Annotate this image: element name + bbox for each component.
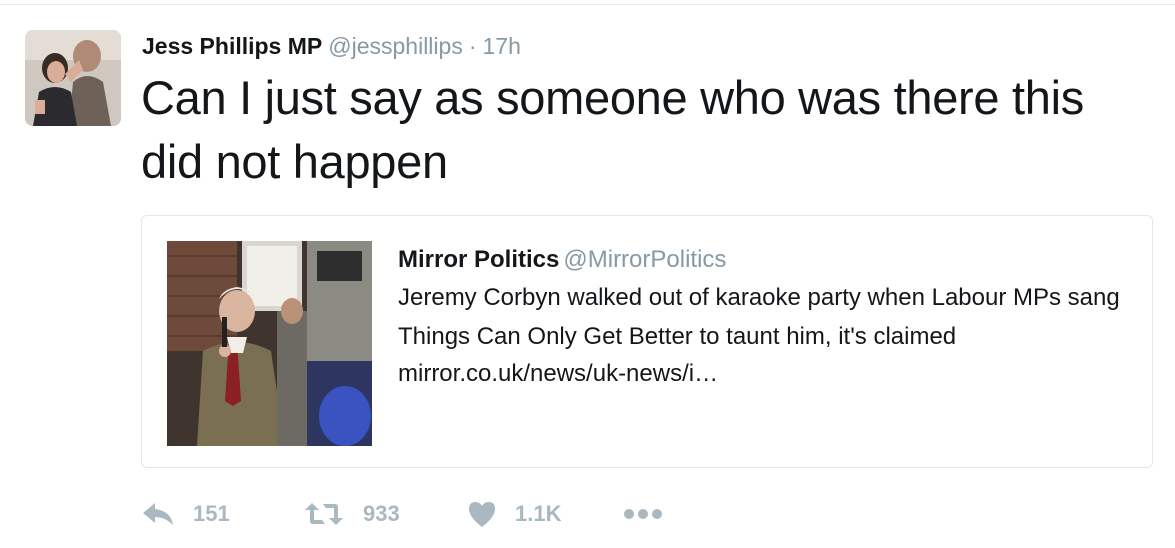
quoted-tweet-text: Jeremy Corbyn walked out of karaoke part…	[398, 284, 1120, 350]
quoted-tweet-photo	[167, 241, 372, 446]
reply-button[interactable]: 151	[141, 501, 303, 527]
quoted-tweet-link[interactable]: mirror.co.uk/news/uk-news/i…	[398, 356, 1138, 392]
quoted-author-name[interactable]: Mirror Politics	[398, 246, 559, 273]
author-name[interactable]: Jess Phillips MP	[142, 33, 322, 59]
reply-icon	[143, 503, 173, 525]
retweet-button[interactable]: 933	[303, 501, 467, 527]
quoted-tweet-card[interactable]: Mirror Politics @MirrorPolitics Jeremy Co…	[141, 215, 1153, 468]
retweet-icon	[305, 503, 343, 525]
quoted-tweet-body: Mirror Politics @MirrorPolitics Jeremy Co…	[398, 244, 1138, 392]
top-divider	[0, 4, 1175, 5]
avatar-photo	[25, 30, 121, 126]
more-icon	[624, 509, 662, 519]
heart-icon	[469, 502, 495, 527]
tweet-actions: 151 933 1.1K	[141, 496, 663, 532]
quoted-author-handle[interactable]: @MirrorPolitics	[563, 246, 726, 273]
quoted-tweet-header: Mirror Politics @MirrorPolitics	[398, 244, 1138, 276]
retweet-count: 933	[363, 501, 400, 526]
tweet-text: Can I just say as someone who was there …	[141, 71, 1084, 188]
separator-dot: ·	[468, 33, 477, 59]
like-count: 1.1K	[515, 501, 562, 526]
avatar[interactable]	[25, 30, 121, 126]
quoted-tweet-image[interactable]	[167, 241, 372, 446]
more-button[interactable]	[623, 507, 663, 521]
reply-count: 151	[193, 501, 230, 526]
author-handle[interactable]: @jessphillips	[328, 33, 463, 59]
tweet-header: Jess Phillips MP @jessphillips · 17h	[142, 32, 521, 60]
tweet-timestamp[interactable]: 17h	[483, 33, 521, 59]
like-button[interactable]: 1.1K	[467, 500, 623, 528]
